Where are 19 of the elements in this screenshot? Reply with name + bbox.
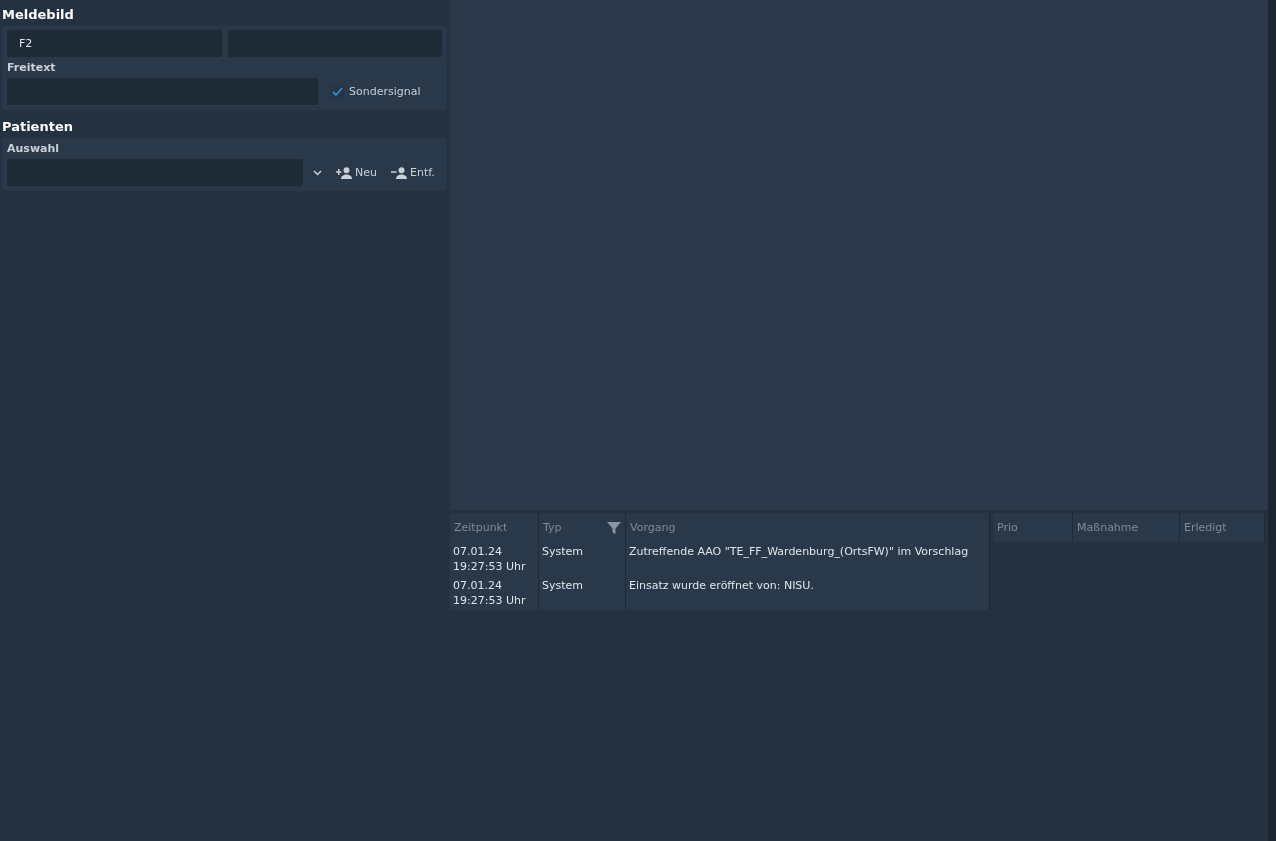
new-button[interactable]: Neu xyxy=(332,166,381,179)
table-cell: System xyxy=(539,576,626,610)
section-title: Meldebild xyxy=(2,6,75,24)
field-label: Freitext xyxy=(7,61,57,74)
field-label: Auswahl xyxy=(7,142,61,155)
filter-icon[interactable] xyxy=(607,520,621,535)
chevron-down-icon[interactable] xyxy=(313,169,322,176)
checkbox-label: Sondersignal xyxy=(349,85,421,98)
input-field[interactable]: F2 xyxy=(7,30,222,57)
table-cell: System xyxy=(539,542,626,576)
table-cell: 07.01.24 19:27:53 Uhr xyxy=(450,576,539,610)
remove-user-icon xyxy=(390,166,407,179)
table-cell: 07.01.24 19:27:53 Uhr xyxy=(450,542,539,576)
section-title: Patienten xyxy=(2,118,74,136)
table-cell: Einsatz wurde eröffnet von: NISU. xyxy=(626,576,990,610)
sondersignal-checkbox[interactable] xyxy=(330,84,344,99)
remove-button[interactable]: Entf. xyxy=(386,166,439,179)
table-cell: Zutreffende AAO "TE_FF_Wardenburg_(OrtsFW)" im Vorschlag xyxy=(626,542,990,576)
add-user-icon xyxy=(336,166,352,179)
